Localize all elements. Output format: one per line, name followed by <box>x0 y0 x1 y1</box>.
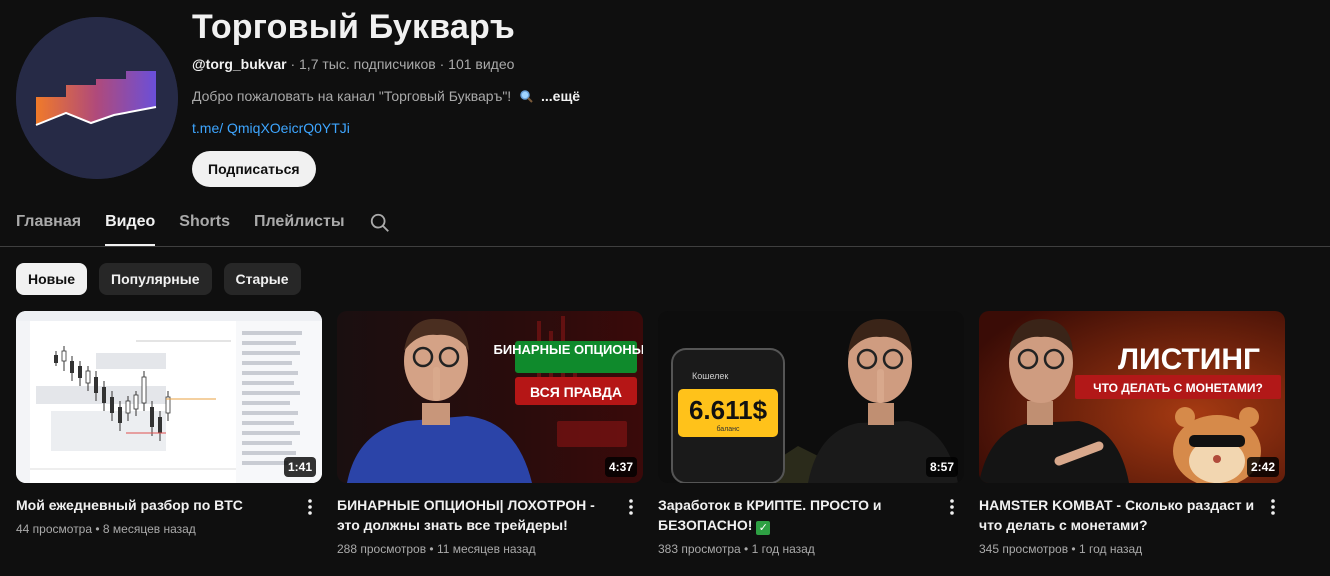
tab-home[interactable]: Главная <box>16 200 81 246</box>
tab-playlists[interactable]: Плейлисты <box>254 200 345 246</box>
video-duration: 4:37 <box>604 457 637 477</box>
video-duration: 2:42 <box>1246 457 1279 477</box>
chip-popular[interactable]: Популярные <box>99 263 212 295</box>
video-meta: 383 просмотра • 1 год назад <box>658 542 815 556</box>
subscriber-count: 1,7 тыс. подписчиков <box>299 56 436 72</box>
channel-logo-icon <box>16 17 178 179</box>
video-meta: 44 просмотра • 8 месяцев назад <box>16 522 196 536</box>
video-meta: 288 просмотров • 11 месяцев назад <box>337 542 536 556</box>
channel-link[interactable]: t.me/ QmiqXOeicrQ0YTJi <box>192 120 350 136</box>
subscribe-button[interactable]: Подписаться <box>192 151 316 187</box>
view-count: 345 просмотров <box>979 542 1069 556</box>
video-card: ЛИСТИНГ ЧТО ДЕЛАТЬ С МОНЕТАМИ? 2:42 HAMS… <box>979 311 1285 556</box>
check-mark-icon: ✓ <box>756 521 771 535</box>
upload-age: 11 месяцев назад <box>436 542 536 556</box>
video-title[interactable]: Заработок в КРИПТЕ. ПРОСТО и БЕЗОПАСНО! … <box>658 495 938 535</box>
sort-chips: Новые Популярные Старые <box>16 263 301 295</box>
view-count: 44 просмотра <box>16 522 93 536</box>
channel-avatar[interactable] <box>16 17 178 179</box>
person-thumbnail: БИНАРНЫЕ ОПЦИОНЫ ВСЯ ПРАВДА <box>337 311 643 483</box>
video-card: Кошелек 6.611$ баланс 8:57 Заработок в К… <box>658 311 964 556</box>
channel-description[interactable]: Добро пожаловать на канал "Торговый Букв… <box>192 88 580 104</box>
view-count: 383 просмотра <box>658 542 741 556</box>
view-count: 288 просмотров <box>337 542 427 556</box>
hamster-thumbnail: ЛИСТИНГ ЧТО ДЕЛАТЬ С МОНЕТАМИ? <box>979 311 1285 483</box>
channel-meta: @torg_bukvar · 1,7 тыс. подписчиков · 10… <box>192 56 515 72</box>
video-thumbnail[interactable]: БИНАРНЫЕ ОПЦИОНЫ ВСЯ ПРАВДА 4:37 <box>337 311 643 483</box>
more-options-icon[interactable] <box>940 495 964 519</box>
more-link[interactable]: ...ещё <box>541 88 580 104</box>
more-options-icon[interactable] <box>1261 495 1285 519</box>
video-count: 101 видео <box>448 56 515 72</box>
trading-chart-thumbnail <box>16 311 322 483</box>
description-text: Добро пожаловать на канал "Торговый Букв… <box>192 88 512 104</box>
channel-page: Торговый Букваръ @torg_bukvar · 1,7 тыс.… <box>0 0 1330 576</box>
tabs-divider <box>0 246 1330 247</box>
video-title[interactable]: Мой ежедневный разбор по BTC <box>16 495 296 515</box>
chip-newest[interactable]: Новые <box>16 263 88 295</box>
channel-handle[interactable]: @torg_bukvar <box>192 56 287 72</box>
channel-tabs: Главная Видео Shorts Плейлисты <box>16 200 393 246</box>
channel-search-icon[interactable] <box>369 200 393 246</box>
upload-age: 1 год назад <box>1078 542 1143 556</box>
tab-shorts[interactable]: Shorts <box>179 200 230 246</box>
thumb-amount: 6.611$ <box>689 395 768 425</box>
upload-age: 1 год назад <box>751 542 815 556</box>
video-thumbnail[interactable]: ЛИСТИНГ ЧТО ДЕЛАТЬ С МОНЕТАМИ? 2:42 <box>979 311 1285 483</box>
more-options-icon[interactable] <box>298 495 322 519</box>
wallet-thumbnail: Кошелек 6.611$ баланс <box>658 311 964 483</box>
video-thumbnail[interactable]: 1:41 <box>16 311 322 483</box>
thumb-balance-label: баланс <box>716 425 740 433</box>
thumb-subtitle-text: ЧТО ДЕЛАТЬ С МОНЕТАМИ? <box>1093 381 1263 395</box>
video-title[interactable]: HAMSTER KOMBAT - Сколько раздаст и что д… <box>979 495 1259 535</box>
video-card: БИНАРНЫЕ ОПЦИОНЫ ВСЯ ПРАВДА 4:37 БИНАРНЫ… <box>337 311 643 556</box>
video-card: 1:41 Мой ежедневный разбор по BTC 44 про… <box>16 311 322 536</box>
upload-age: 8 месяцев назад <box>102 522 196 536</box>
video-thumbnail[interactable]: Кошелек 6.611$ баланс 8:57 <box>658 311 964 483</box>
chip-oldest[interactable]: Старые <box>223 263 301 295</box>
more-options-icon[interactable] <box>619 495 643 519</box>
magnifier-emoji-icon <box>519 89 533 103</box>
video-meta: 345 просмотров • 1 год назад <box>979 542 1143 556</box>
channel-title: Торговый Букваръ <box>192 8 515 46</box>
thumb-wallet-label: Кошелек <box>692 371 728 381</box>
video-duration: 8:57 <box>925 457 958 477</box>
thumb-listing-text: ЛИСТИНГ <box>1118 343 1260 376</box>
thumb-label-binary: БИНАРНЫЕ ОПЦИОНЫ <box>493 342 643 357</box>
thumb-label-truth: ВСЯ ПРАВДА <box>530 384 622 400</box>
video-duration: 1:41 <box>283 457 316 477</box>
tab-videos[interactable]: Видео <box>105 200 156 246</box>
video-title[interactable]: БИНАРНЫЕ ОПЦИОНЫ| ЛОХОТРОН - это должны … <box>337 495 617 535</box>
